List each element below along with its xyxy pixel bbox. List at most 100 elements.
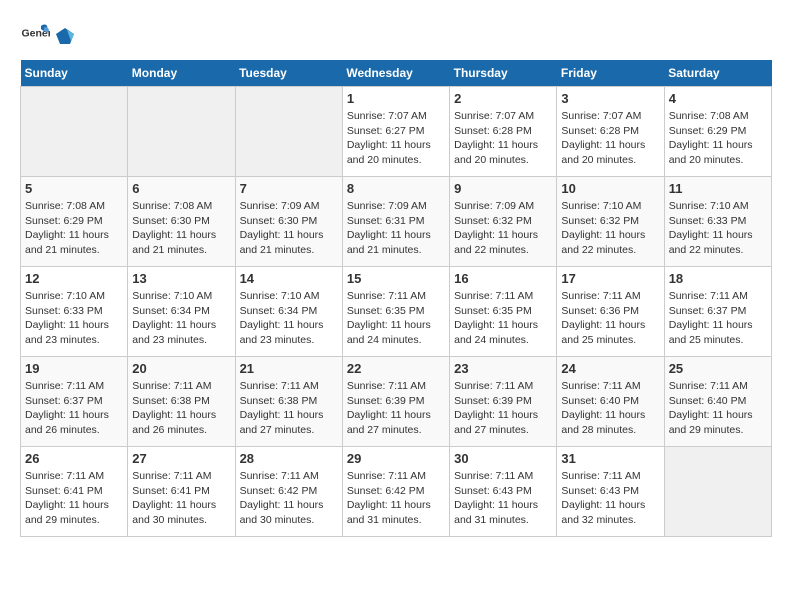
day-info: Sunrise: 7:10 AMSunset: 6:34 PMDaylight:… bbox=[132, 289, 230, 348]
calendar-day-cell: 20 Sunrise: 7:11 AMSunset: 6:38 PMDayligh… bbox=[128, 357, 235, 447]
calendar-day-cell: 10Sunrise: 7:10 AMSunset: 6:32 PMDayligh… bbox=[557, 177, 664, 267]
day-number: 31 bbox=[561, 451, 659, 466]
calendar-day-cell: 29 Sunrise: 7:11 AMSunset: 6:42 PMDayligh… bbox=[342, 447, 449, 537]
day-number: 5 bbox=[25, 181, 123, 196]
day-info: Sunrise: 7:07 AMSunset: 6:28 PMDaylight:… bbox=[561, 109, 659, 168]
day-number: 16 bbox=[454, 271, 552, 286]
calendar-day-cell: 6Sunrise: 7:08 AMSunset: 6:30 PMDaylight… bbox=[128, 177, 235, 267]
calendar-day-cell: 27 Sunrise: 7:11 AMSunset: 6:41 PMDayligh… bbox=[128, 447, 235, 537]
day-number: 3 bbox=[561, 91, 659, 106]
day-number: 1 bbox=[347, 91, 445, 106]
day-number: 19 bbox=[25, 361, 123, 376]
day-info: Sunrise: 7:09 AMSunset: 6:32 PMDaylight:… bbox=[454, 199, 552, 258]
day-number: 29 bbox=[347, 451, 445, 466]
page-header: General bbox=[20, 20, 772, 50]
calendar-week-row: 5 Sunrise: 7:08 AMSunset: 6:29 PMDaylight… bbox=[21, 177, 772, 267]
day-number: 17 bbox=[561, 271, 659, 286]
day-info: Sunrise: 7:11 AMSunset: 6:38 PMDaylight:… bbox=[240, 379, 338, 438]
calendar-day-cell: 28 Sunrise: 7:11 AMSunset: 6:42 PMDayligh… bbox=[235, 447, 342, 537]
weekday-header: Sunday bbox=[21, 60, 128, 87]
day-info: Sunrise: 7:08 AMSunset: 6:29 PMDaylight:… bbox=[669, 109, 767, 168]
day-number: 9 bbox=[454, 181, 552, 196]
calendar-day-cell: 22 Sunrise: 7:11 AMSunset: 6:39 PMDayligh… bbox=[342, 357, 449, 447]
calendar-header-row: SundayMondayTuesdayWednesdayThursdayFrid… bbox=[21, 60, 772, 87]
calendar-day-cell: 3 Sunrise: 7:07 AMSunset: 6:28 PMDaylight… bbox=[557, 87, 664, 177]
day-info: Sunrise: 7:11 AMSunset: 6:38 PMDaylight:… bbox=[132, 379, 230, 438]
day-number: 20 bbox=[132, 361, 230, 376]
day-info: Sunrise: 7:08 AMSunset: 6:29 PMDaylight:… bbox=[25, 199, 123, 258]
day-number: 15 bbox=[347, 271, 445, 286]
day-number: 30 bbox=[454, 451, 552, 466]
weekday-header: Thursday bbox=[450, 60, 557, 87]
weekday-header: Tuesday bbox=[235, 60, 342, 87]
day-info: Sunrise: 7:08 AMSunset: 6:30 PMDaylight:… bbox=[132, 199, 230, 258]
day-info: Sunrise: 7:10 AMSunset: 6:33 PMDaylight:… bbox=[25, 289, 123, 348]
day-info: Sunrise: 7:11 AMSunset: 6:42 PMDaylight:… bbox=[240, 469, 338, 528]
calendar-week-row: 1Sunrise: 7:07 AMSunset: 6:27 PMDaylight… bbox=[21, 87, 772, 177]
calendar-day-cell: 9 Sunrise: 7:09 AMSunset: 6:32 PMDaylight… bbox=[450, 177, 557, 267]
day-info: Sunrise: 7:11 AMSunset: 6:35 PMDaylight:… bbox=[454, 289, 552, 348]
calendar-week-row: 19Sunrise: 7:11 AMSunset: 6:37 PMDayligh… bbox=[21, 357, 772, 447]
calendar-day-cell bbox=[21, 87, 128, 177]
day-number: 14 bbox=[240, 271, 338, 286]
day-info: Sunrise: 7:11 AMSunset: 6:42 PMDaylight:… bbox=[347, 469, 445, 528]
day-number: 25 bbox=[669, 361, 767, 376]
day-number: 4 bbox=[669, 91, 767, 106]
calendar-week-row: 12Sunrise: 7:10 AMSunset: 6:33 PMDayligh… bbox=[21, 267, 772, 357]
calendar-day-cell: 21 Sunrise: 7:11 AMSunset: 6:38 PMDayligh… bbox=[235, 357, 342, 447]
day-number: 8 bbox=[347, 181, 445, 196]
day-number: 21 bbox=[240, 361, 338, 376]
calendar-day-cell: 24 Sunrise: 7:11 AMSunset: 6:40 PMDayligh… bbox=[557, 357, 664, 447]
day-info: Sunrise: 7:09 AMSunset: 6:30 PMDaylight:… bbox=[240, 199, 338, 258]
day-info: Sunrise: 7:10 AMSunset: 6:33 PMDaylight:… bbox=[669, 199, 767, 258]
day-number: 23 bbox=[454, 361, 552, 376]
logo-flag-icon bbox=[54, 26, 76, 48]
weekday-header: Wednesday bbox=[342, 60, 449, 87]
calendar-day-cell: 19Sunrise: 7:11 AMSunset: 6:37 PMDayligh… bbox=[21, 357, 128, 447]
day-number: 18 bbox=[669, 271, 767, 286]
calendar-day-cell bbox=[128, 87, 235, 177]
day-info: Sunrise: 7:11 AMSunset: 6:43 PMDaylight:… bbox=[454, 469, 552, 528]
calendar-day-cell: 5 Sunrise: 7:08 AMSunset: 6:29 PMDaylight… bbox=[21, 177, 128, 267]
day-info: Sunrise: 7:11 AMSunset: 6:39 PMDaylight:… bbox=[347, 379, 445, 438]
logo-icon: General bbox=[20, 20, 50, 50]
calendar-day-cell bbox=[664, 447, 771, 537]
day-number: 7 bbox=[240, 181, 338, 196]
day-number: 22 bbox=[347, 361, 445, 376]
day-number: 24 bbox=[561, 361, 659, 376]
calendar-day-cell: 16 Sunrise: 7:11 AMSunset: 6:35 PMDayligh… bbox=[450, 267, 557, 357]
calendar-day-cell: 11 Sunrise: 7:10 AMSunset: 6:33 PMDayligh… bbox=[664, 177, 771, 267]
weekday-header: Monday bbox=[128, 60, 235, 87]
day-number: 11 bbox=[669, 181, 767, 196]
day-info: Sunrise: 7:11 AMSunset: 6:43 PMDaylight:… bbox=[561, 469, 659, 528]
calendar-day-cell: 30 Sunrise: 7:11 AMSunset: 6:43 PMDayligh… bbox=[450, 447, 557, 537]
day-number: 27 bbox=[132, 451, 230, 466]
calendar-day-cell: 14 Sunrise: 7:10 AMSunset: 6:34 PMDayligh… bbox=[235, 267, 342, 357]
calendar-day-cell: 25 Sunrise: 7:11 AMSunset: 6:40 PMDayligh… bbox=[664, 357, 771, 447]
day-info: Sunrise: 7:07 AMSunset: 6:28 PMDaylight:… bbox=[454, 109, 552, 168]
day-info: Sunrise: 7:10 AMSunset: 6:32 PMDaylight:… bbox=[561, 199, 659, 258]
calendar-day-cell: 2Sunrise: 7:07 AMSunset: 6:28 PMDaylight… bbox=[450, 87, 557, 177]
calendar-day-cell: 26Sunrise: 7:11 AMSunset: 6:41 PMDayligh… bbox=[21, 447, 128, 537]
calendar-day-cell: 8 Sunrise: 7:09 AMSunset: 6:31 PMDaylight… bbox=[342, 177, 449, 267]
calendar-day-cell: 15Sunrise: 7:11 AMSunset: 6:35 PMDayligh… bbox=[342, 267, 449, 357]
calendar-day-cell: 18 Sunrise: 7:11 AMSunset: 6:37 PMDayligh… bbox=[664, 267, 771, 357]
calendar-day-cell: 17Sunrise: 7:11 AMSunset: 6:36 PMDayligh… bbox=[557, 267, 664, 357]
weekday-header: Friday bbox=[557, 60, 664, 87]
calendar-day-cell bbox=[235, 87, 342, 177]
logo: General bbox=[20, 20, 76, 50]
day-info: Sunrise: 7:09 AMSunset: 6:31 PMDaylight:… bbox=[347, 199, 445, 258]
calendar-week-row: 26Sunrise: 7:11 AMSunset: 6:41 PMDayligh… bbox=[21, 447, 772, 537]
calendar-day-cell: 13 Sunrise: 7:10 AMSunset: 6:34 PMDayligh… bbox=[128, 267, 235, 357]
calendar-table: SundayMondayTuesdayWednesdayThursdayFrid… bbox=[20, 60, 772, 537]
day-info: Sunrise: 7:11 AMSunset: 6:41 PMDaylight:… bbox=[132, 469, 230, 528]
day-number: 28 bbox=[240, 451, 338, 466]
day-info: Sunrise: 7:10 AMSunset: 6:34 PMDaylight:… bbox=[240, 289, 338, 348]
calendar-day-cell: 4 Sunrise: 7:08 AMSunset: 6:29 PMDaylight… bbox=[664, 87, 771, 177]
calendar-day-cell: 7 Sunrise: 7:09 AMSunset: 6:30 PMDaylight… bbox=[235, 177, 342, 267]
day-info: Sunrise: 7:11 AMSunset: 6:40 PMDaylight:… bbox=[561, 379, 659, 438]
day-number: 13 bbox=[132, 271, 230, 286]
day-info: Sunrise: 7:11 AMSunset: 6:40 PMDaylight:… bbox=[669, 379, 767, 438]
day-info: Sunrise: 7:11 AMSunset: 6:37 PMDaylight:… bbox=[669, 289, 767, 348]
day-info: Sunrise: 7:11 AMSunset: 6:39 PMDaylight:… bbox=[454, 379, 552, 438]
